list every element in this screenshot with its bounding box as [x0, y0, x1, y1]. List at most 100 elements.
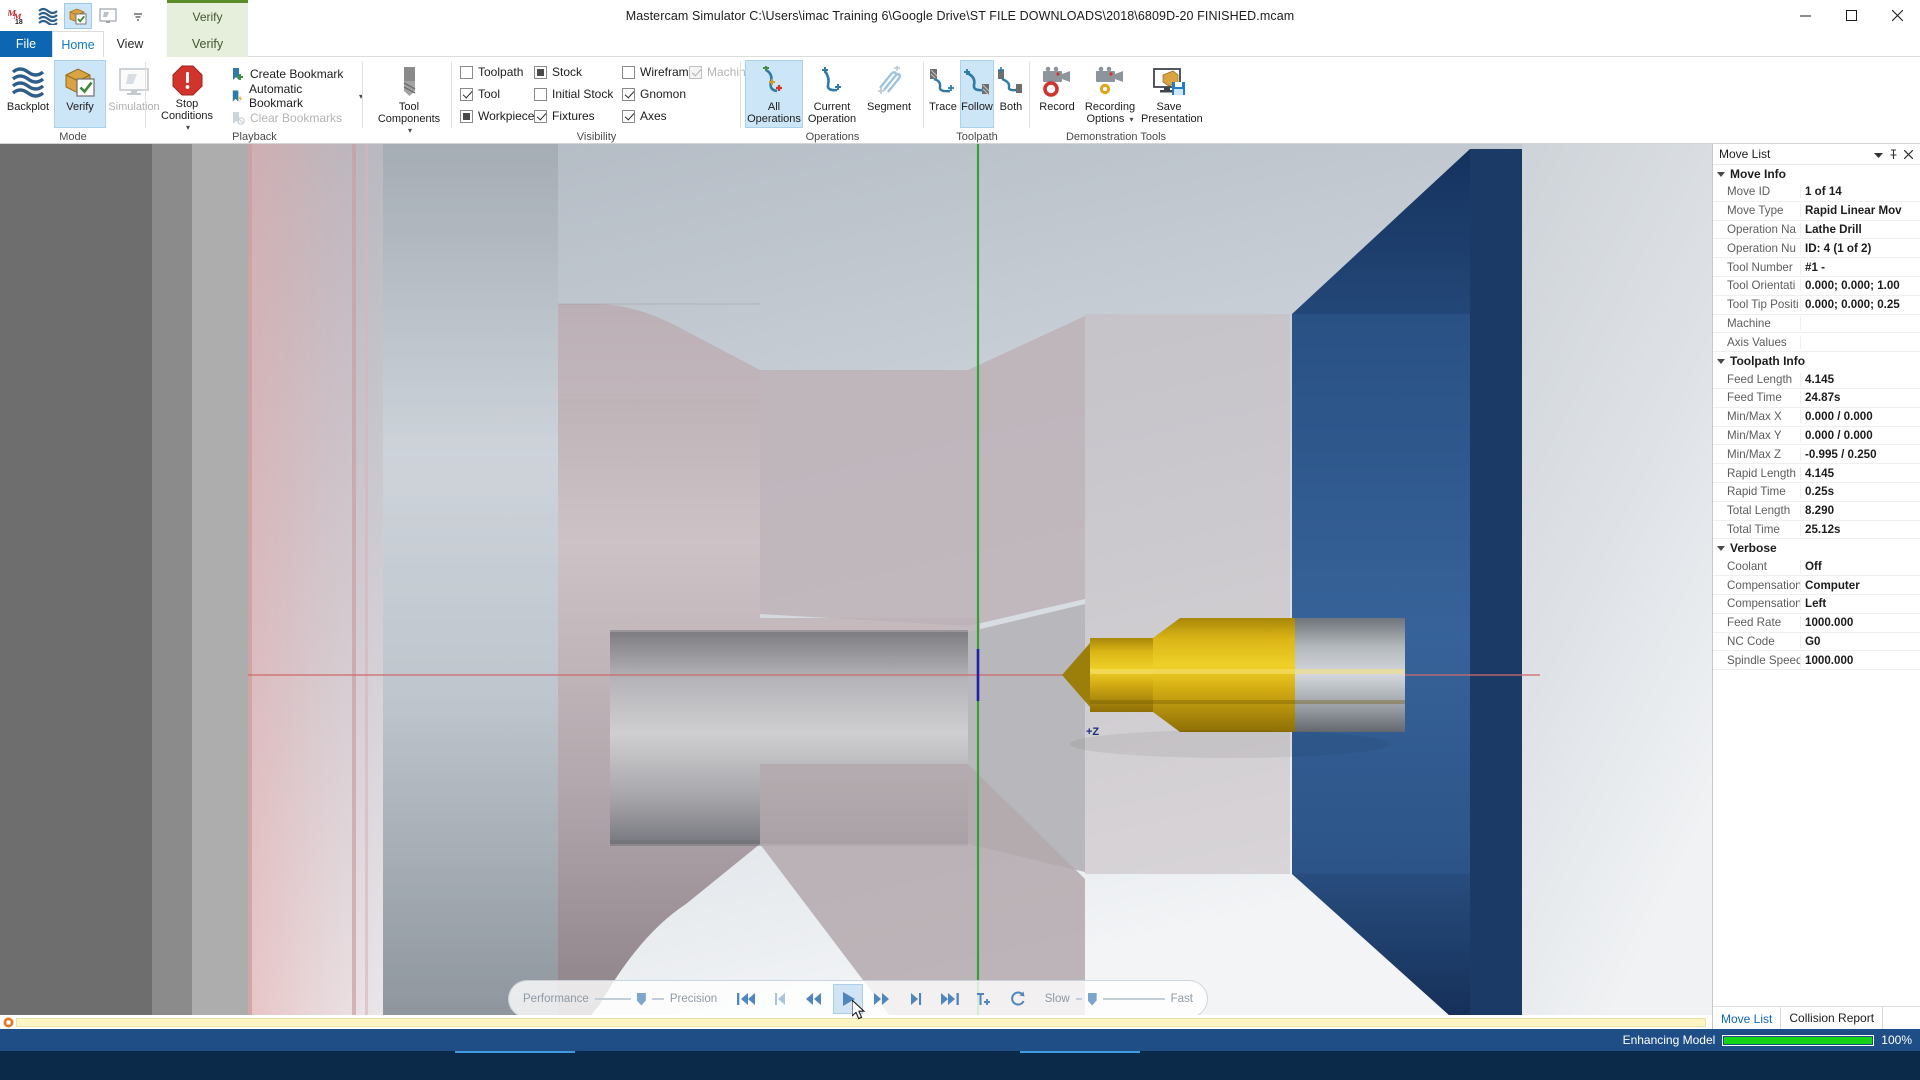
row-key: Feed Time — [1713, 391, 1801, 405]
fixtures-checkbox[interactable]: Fixtures — [534, 109, 595, 123]
speed-slider-track-right[interactable] — [1102, 998, 1165, 1000]
row-value: 8.290 — [1805, 504, 1835, 518]
table-row[interactable]: Min/Max X 0.000 / 0.000 — [1713, 408, 1920, 427]
table-row[interactable]: Operation Nu ID: 4 (1 of 2) — [1713, 239, 1920, 259]
table-row[interactable]: Tool Tip Positi 0.000; 0.000; 0.25 — [1713, 296, 1920, 315]
checkbox-box — [689, 65, 702, 79]
run-to-next-op-button[interactable] — [969, 984, 999, 1014]
stock-checkbox[interactable]: Stock — [534, 65, 582, 79]
initial-stock-checkbox[interactable]: Initial Stock — [534, 87, 613, 101]
performance-precision-slider-track[interactable] — [594, 998, 631, 1000]
current-operation-button[interactable]: Current Operation — [803, 60, 861, 128]
all-operations-button[interactable]: All Operations — [745, 60, 803, 128]
verbose-section-header[interactable]: Verbose — [1713, 539, 1920, 557]
maximize-button[interactable] — [1828, 0, 1874, 31]
performance-precision-slider-thumb[interactable] — [636, 992, 646, 1006]
table-row[interactable]: Rapid Time 0.25s — [1713, 483, 1920, 502]
tab-view[interactable]: View — [104, 31, 156, 57]
close-button[interactable] — [1874, 0, 1920, 31]
wireframe-checkbox[interactable]: Wireframe — [622, 65, 695, 79]
speed-slider-track-left[interactable] — [1075, 998, 1082, 1000]
automatic-bookmark-icon — [232, 89, 243, 103]
table-row[interactable]: Move ID 1 of 14 — [1713, 183, 1920, 202]
panel-menu-button[interactable] — [1871, 146, 1886, 163]
table-row[interactable]: Min/Max Y 0.000 / 0.000 — [1713, 427, 1920, 446]
minimize-button[interactable] — [1782, 0, 1828, 31]
table-row[interactable]: Total Length 8.290 — [1713, 502, 1920, 521]
table-row[interactable]: Tool Orientati 0.000; 0.000; 1.00 — [1713, 277, 1920, 296]
tab-home[interactable]: Home — [52, 31, 104, 57]
row-value: #1 - — [1805, 260, 1825, 274]
tab-collision-report[interactable]: Collision Report — [1781, 1007, 1884, 1029]
toolpath-info-section-header[interactable]: Toolpath Info — [1713, 352, 1920, 370]
backplot-button[interactable]: Backplot — [2, 60, 54, 128]
toolpath-checkbox[interactable]: Toolpath — [460, 65, 523, 79]
segment-button[interactable]: Segment — [861, 60, 917, 128]
rewind-icon — [806, 993, 822, 1005]
table-row[interactable]: Coolant Off — [1713, 557, 1920, 577]
panel-pin-button[interactable] — [1886, 146, 1901, 163]
axes-checkbox[interactable]: Axes — [622, 109, 667, 123]
row-value: 1000.000 — [1805, 616, 1854, 630]
table-row[interactable]: Min/Max Z -0.995 / 0.250 — [1713, 445, 1920, 465]
simulation-viewport[interactable]: +Z Y X Z — [0, 144, 1712, 1029]
checkbox-box — [534, 87, 547, 101]
record-button[interactable]: Record — [1034, 60, 1080, 128]
speed-slider-thumb[interactable] — [1087, 992, 1097, 1006]
table-row[interactable]: Spindle Speed 1000.000 — [1713, 651, 1920, 671]
table-row[interactable]: Feed Rate 1000.000 — [1713, 614, 1920, 633]
tab-verify[interactable]: Verify — [167, 31, 248, 57]
table-row[interactable]: Tool Number #1 - — [1713, 258, 1920, 277]
row-key: Tool Orientati — [1713, 279, 1801, 293]
os-taskbar[interactable] — [0, 1051, 1920, 1080]
fast-forward-button[interactable] — [867, 984, 897, 1014]
simulation-render — [0, 144, 1712, 1029]
table-row[interactable]: NC Code G0 — [1713, 633, 1920, 652]
stop-indicator-icon[interactable] — [0, 1015, 16, 1029]
table-row[interactable]: Rapid Length 4.145 — [1713, 464, 1920, 483]
taskbar-active-window-indicator — [455, 1051, 575, 1053]
stop-conditions-button[interactable]: Stop Conditions ▾ — [156, 60, 218, 132]
table-row[interactable]: Move Type Rapid Linear Mov — [1713, 202, 1920, 221]
tool-components-button[interactable]: Tool Components ▾ — [373, 60, 445, 135]
tab-move-list[interactable]: Move List — [1713, 1007, 1782, 1029]
save-presentation-button[interactable]: Save Presentation — [1140, 60, 1203, 128]
create-bookmark-item[interactable]: Create Bookmark — [230, 65, 343, 83]
record-label: Record — [1039, 101, 1075, 113]
table-row[interactable]: Machine — [1713, 315, 1920, 334]
table-row[interactable]: Compensation Computer — [1713, 576, 1920, 595]
checkbox-box — [460, 87, 473, 101]
rewind-to-start-button[interactable] — [731, 984, 761, 1014]
table-row[interactable]: Feed Time 24.87s — [1713, 389, 1920, 408]
row-key: Min/Max X — [1713, 410, 1801, 424]
precision-slider-track-right[interactable] — [651, 998, 664, 1000]
skip-to-end-button[interactable] — [935, 984, 965, 1014]
restart-icon — [1010, 991, 1025, 1006]
table-row[interactable]: Total Time 25.12s — [1713, 521, 1920, 540]
tool-checkbox[interactable]: Tool — [460, 87, 500, 101]
step-back-one-button[interactable] — [765, 984, 795, 1014]
table-row[interactable]: Feed Length 4.145 — [1713, 370, 1920, 389]
table-row[interactable]: Axis Values — [1713, 333, 1920, 353]
tab-file[interactable]: File — [0, 31, 52, 57]
workpiece-checkbox[interactable]: Workpiece — [460, 109, 534, 123]
follow-button[interactable]: Follow — [960, 60, 994, 128]
both-button[interactable]: Both — [994, 60, 1028, 128]
trace-button[interactable]: Trace — [926, 60, 960, 128]
ribbon-tab-bar: File Home View Verify ? — [0, 31, 1920, 80]
segment-icon — [872, 65, 906, 99]
step-forward-one-button[interactable] — [901, 984, 931, 1014]
row-key: Rapid Time — [1713, 485, 1801, 499]
gnomon-checkbox[interactable]: Gnomon — [622, 87, 686, 101]
automatic-bookmark-item[interactable]: Automatic Bookmark ▾ — [230, 82, 363, 110]
panel-body[interactable]: Move Info Move ID 1 of 14 Move Type Rapid … — [1713, 165, 1920, 1006]
panel-close-button[interactable] — [1901, 146, 1916, 163]
table-row[interactable]: Operation Na Lathe Drill — [1713, 221, 1920, 240]
restart-button[interactable] — [1003, 984, 1033, 1014]
move-list-panel: Move List Move Info Move ID 1 of 14 Move… — [1712, 144, 1920, 1029]
recording-options-button[interactable]: Recording Options ▾ — [1080, 60, 1140, 128]
table-row[interactable]: Compensation Left — [1713, 595, 1920, 614]
play-backward-button[interactable] — [799, 984, 829, 1014]
verify-button[interactable]: Verify — [54, 60, 106, 128]
move-info-section-header[interactable]: Move Info — [1713, 165, 1920, 183]
